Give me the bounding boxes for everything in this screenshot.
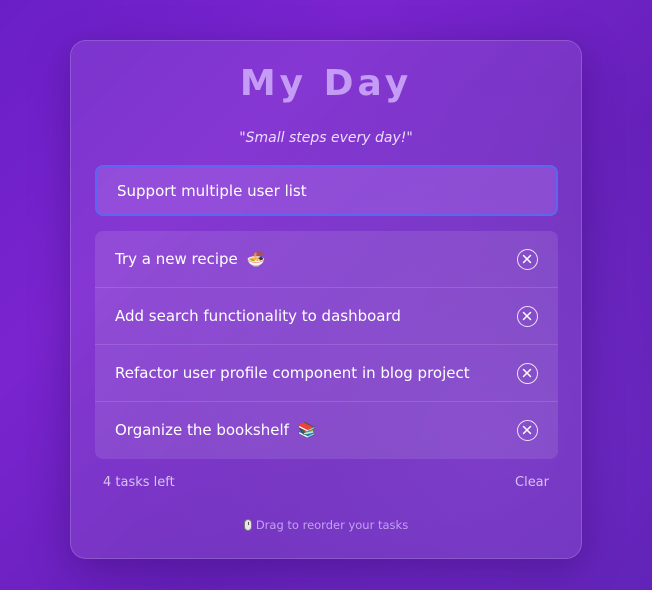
task-item[interactable]: Try a new recipe 🍜 [95,231,558,288]
clear-button[interactable]: Clear [515,475,549,490]
task-item[interactable]: Refactor user profile component in blog … [95,345,558,402]
task-list: Try a new recipe 🍜 Add search functional… [95,231,558,459]
task-item[interactable]: Organize the bookshelf 📚 [95,402,558,459]
remove-task-icon[interactable] [517,420,538,441]
tasks-left-count: 4 tasks left [103,475,175,490]
books-emoji: 📚 [297,421,317,439]
new-task-input[interactable] [95,165,558,216]
drag-hint: Drag to reorder your tasks [71,518,581,532]
task-text: Add search functionality to dashboard [115,307,401,325]
remove-task-icon[interactable] [517,306,538,327]
task-text: Refactor user profile component in blog … [115,364,470,382]
recipe-emoji: 🍜 [246,250,266,268]
todo-card: My Day "Small steps every day!" Try a ne… [70,40,582,559]
remove-task-icon[interactable] [517,249,538,270]
mouse-icon [243,519,252,531]
task-text: Organize the bookshelf 📚 [115,421,317,439]
task-item[interactable]: Add search functionality to dashboard [95,288,558,345]
page-title: My Day [239,63,413,104]
drag-hint-text: Drag to reorder your tasks [255,518,409,532]
remove-task-icon[interactable] [517,363,538,384]
motivational-quote: "Small steps every day!" [239,130,413,146]
task-text: Try a new recipe 🍜 [115,250,266,268]
